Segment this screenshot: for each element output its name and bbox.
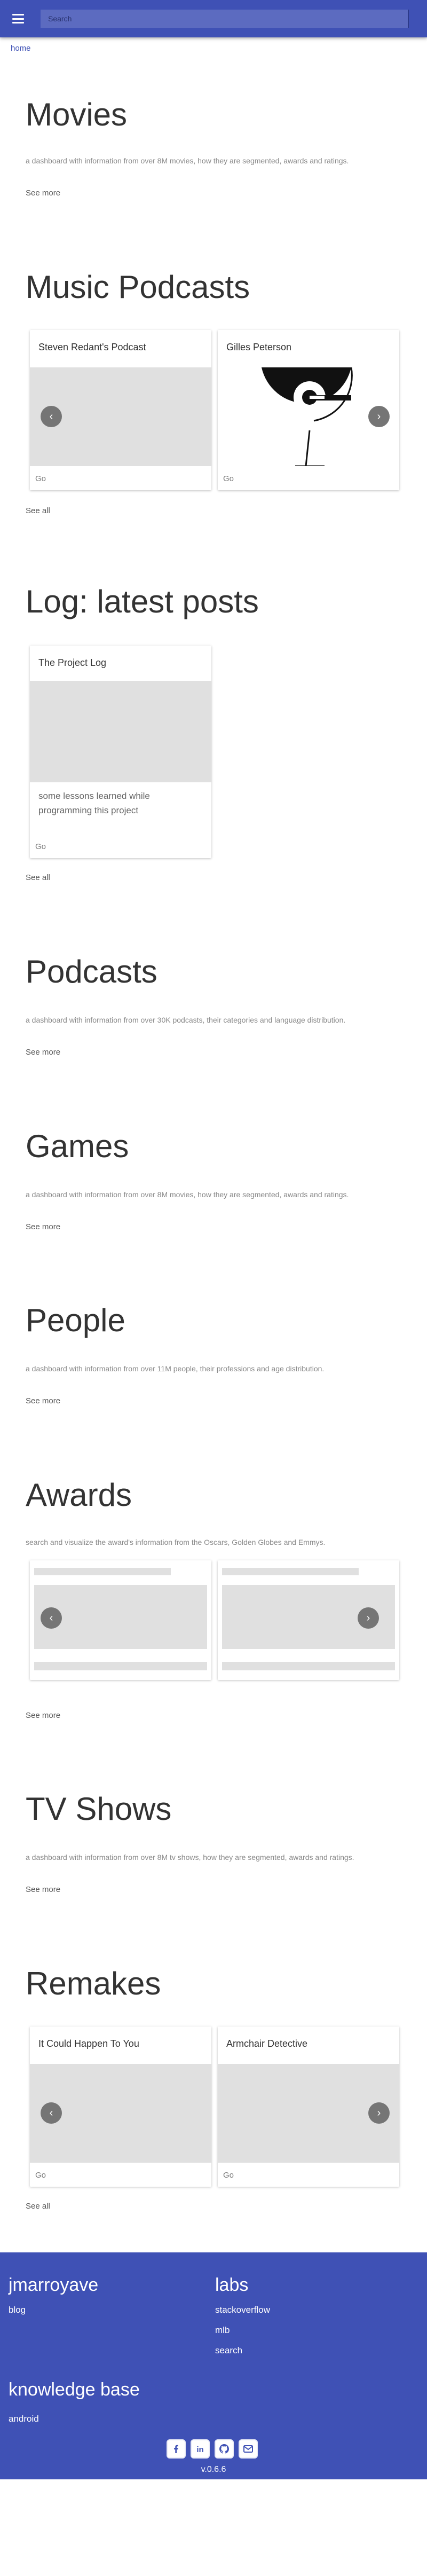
card-title: Armchair Detective — [226, 2038, 308, 2049]
people-section: People a dashboard with information from… — [26, 1305, 401, 1411]
remake-card: It Could Happen To You ‹ Go — [30, 2027, 211, 2187]
footer-link-mlb[interactable]: mlb — [215, 2325, 230, 2336]
section-description: a dashboard with information from over 8… — [26, 1190, 349, 1199]
github-icon[interactable] — [215, 2439, 234, 2459]
card-title: Steven Redant's Podcast — [38, 342, 146, 352]
carousel-prev-icon[interactable]: ‹ — [41, 2102, 62, 2124]
carousel-next-icon[interactable]: › — [358, 1607, 379, 1629]
section-title: TV Shows — [26, 1791, 172, 1827]
podcast-card: Steven Redant's Podcast ‹ Go — [30, 330, 211, 490]
section-title: Games — [26, 1128, 129, 1164]
see-more-link[interactable]: See more — [26, 1048, 60, 1057]
see-more-link[interactable]: See more — [26, 189, 60, 198]
menu-icon[interactable] — [11, 12, 26, 26]
awards-section: Awards search and visualize the award's … — [26, 1479, 401, 1730]
music-podcasts-section: Music Podcasts Steven Redant's Podcast ‹… — [26, 271, 401, 522]
card-title: The Project Log — [38, 657, 107, 668]
carousel-prev-icon[interactable]: ‹ — [41, 406, 62, 427]
card-go-button[interactable]: Go — [35, 2171, 46, 2180]
see-more-link[interactable]: See more — [26, 1711, 60, 1720]
version-label: v.0.6.6 — [201, 2465, 226, 2474]
section-title: Awards — [26, 1477, 132, 1513]
section-description: a dashboard with information from over 3… — [26, 1016, 346, 1024]
log-card: The Project Log some lessons learned whi… — [30, 646, 211, 858]
tvshows-section: TV Shows a dashboard with information fr… — [26, 1793, 401, 1900]
loading-card: ‹ — [30, 1560, 211, 1680]
carousel-next-icon[interactable]: › — [368, 2102, 390, 2124]
section-description: a dashboard with information from over 1… — [26, 1364, 325, 1373]
linkedin-icon[interactable]: in — [191, 2439, 210, 2459]
breadcrumb-home[interactable]: home — [11, 44, 31, 53]
search-input[interactable] — [41, 10, 409, 28]
footer-link-search[interactable]: search — [215, 2345, 242, 2356]
podcast-card: Gilles Peterson › Go — [218, 330, 399, 490]
section-title: Movies — [26, 97, 128, 132]
app-bar — [0, 0, 427, 37]
card-go-button[interactable]: Go — [223, 474, 234, 483]
section-title: Remakes — [26, 1966, 161, 2001]
see-all-link[interactable]: See all — [26, 2202, 50, 2211]
footer-link-android[interactable]: android — [9, 2414, 39, 2424]
facebook-icon[interactable] — [167, 2439, 186, 2459]
section-description: a dashboard with information from over 8… — [26, 156, 349, 165]
card-title: It Could Happen To You — [38, 2038, 139, 2049]
card-go-button[interactable]: Go — [35, 842, 46, 851]
section-title: Music Podcasts — [26, 269, 250, 305]
see-all-link[interactable]: See all — [26, 506, 50, 515]
skeleton-line — [34, 1662, 207, 1670]
loading-card: › — [218, 1560, 399, 1680]
log-section: Log: latest posts The Project Log some l… — [26, 586, 401, 890]
email-icon[interactable] — [239, 2439, 258, 2459]
section-title: Log: latest posts — [26, 584, 259, 619]
footer-heading-knowledge-base: knowledge base — [9, 2379, 140, 2400]
section-description: a dashboard with information from over 8… — [26, 1853, 354, 1862]
footer-link-stackoverflow[interactable]: stackoverflow — [215, 2305, 270, 2315]
movies-section: Movies a dashboard with information from… — [26, 99, 401, 206]
section-title: People — [26, 1302, 125, 1338]
remakes-section: Remakes It Could Happen To You ‹ Go Armc… — [26, 1968, 401, 2219]
games-section: Games a dashboard with information from … — [26, 1130, 401, 1237]
skeleton-title — [222, 1568, 359, 1575]
card-image — [30, 681, 211, 782]
skeleton-line — [222, 1662, 395, 1670]
podcasts-section: Podcasts a dashboard with information fr… — [26, 956, 401, 1063]
divider — [408, 10, 409, 28]
see-more-link[interactable]: See more — [26, 1885, 60, 1894]
card-go-button[interactable]: Go — [35, 474, 46, 483]
remake-card: Armchair Detective › Go — [218, 2027, 399, 2187]
footer: jmarroyave blog labs stackoverflow mlb s… — [0, 2252, 427, 2479]
see-more-link[interactable]: See more — [26, 1222, 60, 1231]
card-go-button[interactable]: Go — [223, 2171, 234, 2180]
see-more-link[interactable]: See more — [26, 1396, 60, 1405]
card-text: some lessons learned while programming t… — [38, 791, 150, 816]
footer-heading-jmarroyave: jmarroyave — [9, 2275, 99, 2295]
section-description: search and visualize the award's informa… — [26, 1538, 326, 1546]
carousel-next-icon[interactable]: › — [368, 406, 390, 427]
section-title: Podcasts — [26, 954, 157, 989]
footer-heading-labs: labs — [215, 2275, 249, 2295]
see-all-link[interactable]: See all — [26, 873, 50, 882]
footer-link-blog[interactable]: blog — [9, 2305, 26, 2315]
skeleton-title — [34, 1568, 171, 1575]
carousel-prev-icon[interactable]: ‹ — [41, 1607, 62, 1629]
card-title: Gilles Peterson — [226, 342, 292, 352]
